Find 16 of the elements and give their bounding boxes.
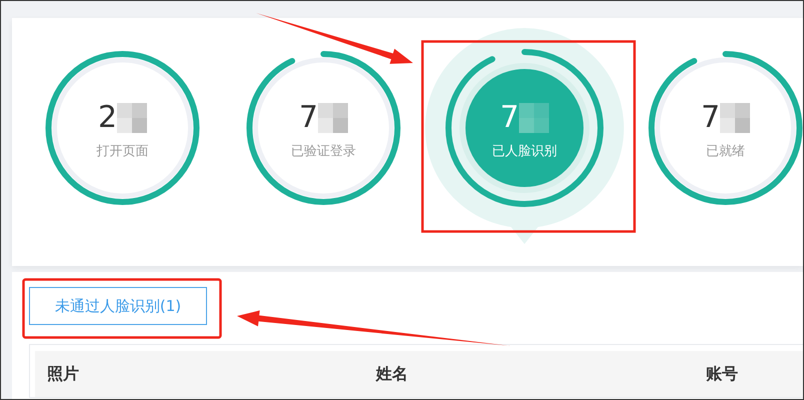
stat-label: 已验证登录 xyxy=(291,143,356,160)
stat-label: 已人脸识别 xyxy=(492,143,557,160)
stat-value: 7 xyxy=(700,100,720,136)
tab[interactable]: 未通过人脸识别(1) xyxy=(29,287,207,325)
blur-patch xyxy=(720,103,750,133)
stat-value: 2 xyxy=(98,100,118,136)
column-header: 照片 xyxy=(47,364,80,384)
blur-patch xyxy=(519,103,550,133)
blur-patch xyxy=(117,103,148,133)
stat-value: 7 xyxy=(500,100,520,136)
blur-patch xyxy=(318,103,348,133)
stat-label: 已就绪 xyxy=(706,143,745,160)
column-header: 账号 xyxy=(706,364,739,384)
column-header: 姓名 xyxy=(376,364,409,384)
stat-value: 7 xyxy=(298,100,318,136)
stat-label: 打开页面 xyxy=(96,143,148,160)
